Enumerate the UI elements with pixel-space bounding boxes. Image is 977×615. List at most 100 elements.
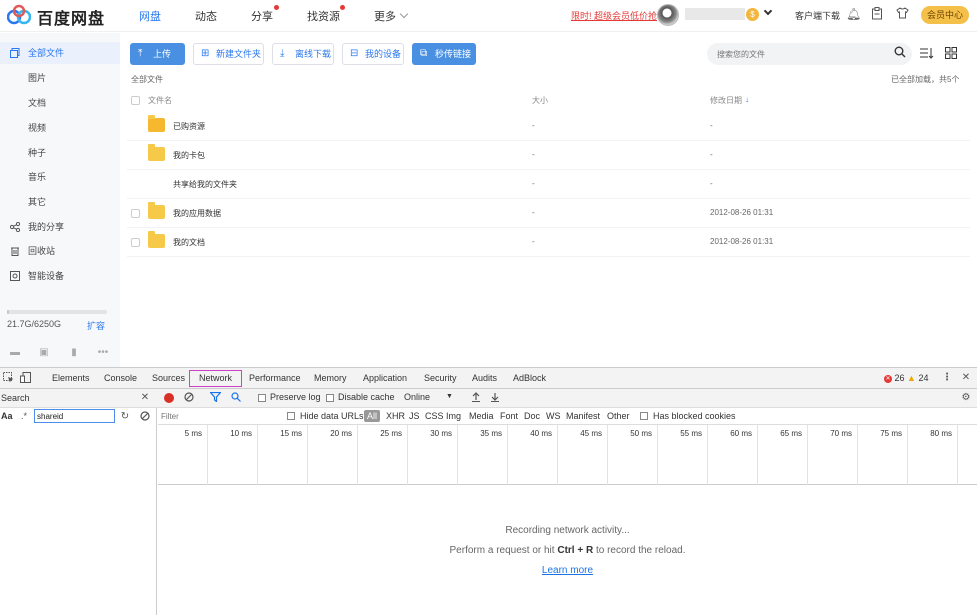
clear-icon[interactable]	[183, 392, 195, 404]
user-menu-chevron-icon[interactable]	[763, 6, 773, 16]
nav-activity[interactable]: 动态	[195, 8, 217, 24]
nav-share[interactable]: 分享	[251, 8, 273, 24]
disable-cache-label[interactable]: Disable cache	[338, 392, 395, 402]
filter-type-css[interactable]: CSS	[425, 411, 444, 421]
has-blocked-cookies-label[interactable]: Has blocked cookies	[653, 411, 736, 421]
table-row[interactable]: 我的应用数据 - 2012-08-26 01:31	[127, 199, 970, 228]
tab-adblock[interactable]: AdBlock	[513, 373, 546, 383]
preserve-log-checkbox[interactable]	[258, 394, 266, 402]
filter-type-all[interactable]: All	[364, 410, 381, 422]
nav-find-resources[interactable]: 找资源	[307, 8, 340, 24]
filter-type-js[interactable]: JS	[409, 411, 420, 421]
file-name[interactable]: 我的卡包	[173, 150, 205, 161]
clipboard-icon[interactable]	[870, 7, 884, 21]
tab-memory[interactable]: Memory	[314, 373, 347, 383]
refresh-search-icon[interactable]: ↻	[119, 411, 131, 423]
instant-link-button[interactable]: ⧉ 秒传链接	[412, 43, 476, 65]
filter-icon[interactable]	[208, 391, 222, 404]
regex-toggle-icon[interactable]: .*	[21, 411, 27, 421]
search-query-input[interactable]	[34, 409, 115, 423]
nav-more[interactable]: 更多	[374, 8, 396, 24]
sidebar-item-videos[interactable]: 视频	[0, 117, 120, 139]
inspect-element-icon[interactable]	[2, 372, 14, 384]
breadcrumb[interactable]: 全部文件	[131, 74, 163, 85]
upload-button[interactable]: ⤒ 上传	[130, 43, 185, 65]
import-har-icon[interactable]	[470, 392, 482, 404]
sort-icon[interactable]	[920, 47, 934, 61]
avatar[interactable]	[657, 4, 679, 26]
match-case-toggle[interactable]: Aa	[1, 411, 13, 421]
more-devices-icon[interactable]: •••	[97, 347, 109, 359]
issue-counts[interactable]: ✕ 26 ▲ 24	[884, 373, 929, 383]
sidebar-item-torrents[interactable]: 种子	[0, 142, 120, 164]
tab-sources[interactable]: Sources	[152, 373, 185, 383]
filter-type-other[interactable]: Other	[607, 411, 630, 421]
network-timeline-overview[interactable]: 5 ms 10 ms 15 ms 20 ms 25 ms 30 ms 35 ms 40 ms 4…	[158, 425, 977, 485]
hide-data-urls-checkbox[interactable]	[287, 412, 295, 420]
sort-desc-arrow-icon[interactable]: ↓	[745, 95, 749, 104]
tshirt-icon[interactable]	[895, 7, 909, 21]
computer-icon[interactable]: ▬	[9, 347, 21, 359]
filter-type-doc[interactable]: Doc	[524, 411, 540, 421]
client-download-link[interactable]: 客户端下载	[795, 9, 840, 22]
tab-console[interactable]: Console	[104, 373, 137, 383]
file-name[interactable]: 共享给我的文件夹	[173, 179, 237, 190]
sidebar-item-all-files[interactable]: 全部文件	[0, 42, 120, 64]
member-center-button[interactable]: 会员中心	[921, 6, 969, 24]
my-devices-button[interactable]: ⊟ 我的设备	[342, 43, 404, 65]
disable-cache-checkbox[interactable]	[326, 394, 334, 402]
tab-application[interactable]: Application	[363, 373, 407, 383]
row-checkbox[interactable]	[131, 209, 140, 218]
export-har-icon[interactable]	[489, 392, 501, 404]
table-row[interactable]: 我的文档 - 2012-08-26 01:31	[127, 228, 970, 257]
close-search-icon[interactable]: ✕	[139, 392, 151, 404]
record-button[interactable]	[164, 393, 174, 403]
file-name[interactable]: 我的文档	[173, 237, 205, 248]
hide-data-urls-label[interactable]: Hide data URLs	[300, 411, 364, 421]
bell-icon[interactable]: 🔔︎	[846, 7, 861, 21]
table-row[interactable]: 我的卡包 - -	[127, 141, 970, 170]
select-all-checkbox[interactable]	[131, 96, 140, 105]
logo-text[interactable]: 百度网盘	[37, 5, 105, 29]
offline-download-button[interactable]: ⤓ 离线下载	[272, 43, 334, 65]
search-icon[interactable]	[230, 392, 242, 404]
throttling-dropdown-icon[interactable]: ▼	[446, 393, 453, 400]
preserve-log-label[interactable]: Preserve log	[270, 392, 321, 402]
file-name[interactable]: 我的应用数据	[173, 208, 221, 219]
close-devtools-icon[interactable]: ✕	[960, 372, 972, 384]
new-folder-button[interactable]: ⊞ 新建文件夹	[193, 43, 264, 65]
file-name[interactable]: 已购资源	[173, 121, 205, 132]
column-header-name[interactable]: 文件名	[148, 95, 172, 106]
promo-link[interactable]: 限时! 超级会员低价抢	[571, 9, 657, 22]
column-header-date[interactable]: 修改日期	[710, 95, 742, 106]
nav-netdisk[interactable]: 网盘	[139, 8, 161, 24]
filter-type-media[interactable]: Media	[469, 411, 494, 421]
tab-security[interactable]: Security	[424, 373, 457, 383]
username[interactable]	[685, 8, 745, 20]
tab-elements[interactable]: Elements	[52, 373, 90, 383]
expand-storage-link[interactable]: 扩容	[87, 319, 105, 332]
ipad-icon[interactable]: ▣	[38, 347, 50, 359]
filter-type-xhr[interactable]: XHR	[386, 411, 405, 421]
sidebar-item-my-shares[interactable]: 我的分享	[0, 216, 120, 238]
settings-gear-icon[interactable]: ⚙	[960, 392, 972, 404]
filter-type-img[interactable]: Img	[446, 411, 461, 421]
filter-type-ws[interactable]: WS	[546, 411, 561, 421]
grid-view-icon[interactable]	[944, 47, 958, 61]
column-header-size[interactable]: 大小	[532, 95, 548, 106]
device-toolbar-icon[interactable]	[19, 372, 31, 384]
clear-search-icon[interactable]	[139, 411, 151, 423]
sidebar-item-music[interactable]: 音乐	[0, 166, 120, 188]
tab-audits[interactable]: Audits	[472, 373, 497, 383]
sidebar-item-recycle-bin[interactable]: 回收站	[0, 240, 120, 262]
table-row[interactable]: 已购资源 - -	[127, 112, 970, 141]
sidebar-item-images[interactable]: 图片	[0, 67, 120, 89]
filter-input[interactable]	[161, 410, 271, 423]
tab-network[interactable]: Network	[189, 370, 243, 387]
phone-icon[interactable]: ▮	[68, 347, 80, 359]
filter-type-manifest[interactable]: Manifest	[566, 411, 600, 421]
throttling-select[interactable]: Online	[404, 392, 430, 402]
baidu-netdisk-logo-icon[interactable]	[7, 4, 31, 26]
sidebar-item-other[interactable]: 其它	[0, 191, 120, 213]
tab-performance[interactable]: Performance	[249, 373, 301, 383]
